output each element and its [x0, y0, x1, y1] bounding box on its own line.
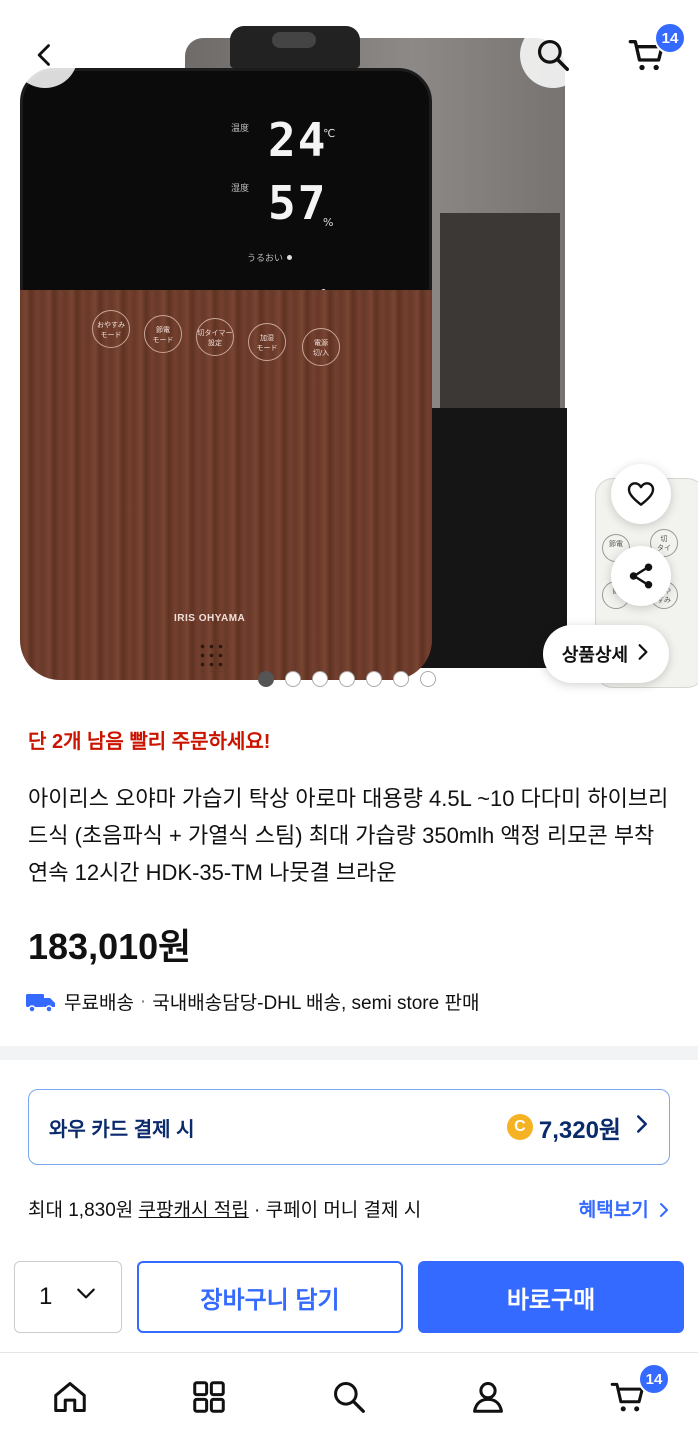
cart-count-badge: 14: [654, 22, 686, 54]
shipping-info: 무료배송 · 국내배송담당-DHL 배송, semi store 판매: [26, 988, 479, 1015]
speaker-grill: [198, 642, 228, 672]
bottom-navigation: 14: [0, 1352, 698, 1440]
panel-button: 加湿 モード: [248, 323, 286, 361]
search-button[interactable]: [520, 22, 586, 88]
chevron-down-icon: [75, 1282, 97, 1311]
cash-benefit-prefix: 최대 1,830원: [28, 1200, 139, 1221]
carousel-dot[interactable]: [339, 671, 355, 687]
humid-label: 湿度: [231, 184, 250, 194]
panel-button: 電源 切/入: [302, 328, 340, 366]
nav-my-account[interactable]: [464, 1373, 512, 1421]
lcd-panel: 温度 24 ℃ 湿度 57 % うるおい: [20, 68, 432, 323]
user-icon: [473, 1382, 503, 1413]
chevron-right-icon: [660, 1203, 668, 1217]
view-benefits-link[interactable]: 혜택보기: [579, 1195, 670, 1222]
wow-card-label: 와우 카드 결제 시: [49, 1118, 195, 1141]
nav-search[interactable]: [325, 1373, 373, 1421]
share-button[interactable]: [611, 546, 671, 606]
search-icon: [537, 39, 569, 71]
temp-value: 24: [268, 113, 328, 167]
product-title: 아이리스 오야마 가습기 탁상 아로마 대용량 4.5L ~10 다다미 하이브…: [28, 786, 669, 885]
brand-logo: IRIS OHYAMA: [174, 613, 246, 624]
section-divider: [0, 1046, 698, 1060]
chevron-right-icon: [636, 643, 650, 666]
stock-notice: 단 2개 남음 빨리 주문하세요!: [28, 731, 271, 753]
heart-icon: [627, 482, 655, 506]
carousel-dot[interactable]: [393, 671, 409, 687]
buy-now-button[interactable]: 바로구매: [418, 1261, 684, 1333]
product-image-carousel[interactable]: 温度 24 ℃ 湿度 57 % うるおい おやすみ モード 節電 モード 切タイ…: [0, 0, 698, 700]
top-knob: [230, 26, 360, 68]
tank-window: [440, 213, 560, 423]
humid-value: 57: [268, 176, 328, 230]
carousel-dot[interactable]: [312, 671, 328, 687]
indicator-led: [287, 255, 292, 260]
separator: ·: [139, 990, 147, 1012]
temp-label: 温度: [231, 124, 250, 134]
panel-button: 節電 モード: [144, 315, 182, 353]
quantity-selector[interactable]: 1: [14, 1261, 122, 1333]
view-benefits-label: 혜택보기: [578, 1200, 649, 1221]
cash-benefit-text: 최대 1,830원 쿠팡캐시 적립 · 쿠페이 머니 결제 시: [28, 1195, 421, 1222]
product-detail-button[interactable]: 상품상세: [543, 625, 669, 683]
coupang-cash-coin-icon: C: [506, 1114, 533, 1140]
free-shipping-label: 무료배송: [64, 993, 134, 1014]
cash-benefit-suffix: · 쿠페이 머니 결제 시: [248, 1200, 422, 1221]
product-price: 183,010원: [28, 926, 192, 967]
coupang-cash-link[interactable]: 쿠팡캐시 적립: [139, 1200, 249, 1221]
cart-count-badge: 14: [638, 1363, 670, 1395]
quantity-value: 1: [39, 1283, 53, 1310]
search-icon: [334, 1382, 365, 1413]
nav-categories[interactable]: [185, 1373, 233, 1421]
home-icon: [54, 1382, 86, 1412]
wishlist-button[interactable]: [611, 464, 671, 524]
carousel-dot[interactable]: [366, 671, 382, 687]
tank-base: [415, 408, 567, 668]
shipping-detail: 국내배송담당-DHL 배송, semi store 판매: [152, 993, 480, 1014]
uruoi-label: うるおい: [247, 254, 284, 264]
nav-cart[interactable]: 14: [604, 1363, 670, 1421]
wow-card-amount-group: C 7,320원: [506, 1110, 649, 1145]
temp-unit: ℃: [323, 127, 336, 140]
cart-button[interactable]: 14: [614, 22, 686, 88]
product-detail-label: 상품상세: [561, 645, 629, 665]
panel-button: 切タイマー 設定: [196, 318, 234, 356]
carousel-dot[interactable]: [285, 671, 301, 687]
humidifier-image: 温度 24 ℃ 湿度 57 % うるおい おやすみ モード 節電 モード 切タイ…: [10, 18, 567, 680]
carousel-dot[interactable]: [258, 671, 274, 687]
wow-card-amount: 7,320원: [538, 1116, 621, 1144]
chevron-right-icon: [635, 1113, 649, 1141]
nav-home[interactable]: [46, 1373, 94, 1421]
carousel-indicator: [258, 671, 436, 687]
cash-benefit-line: 최대 1,830원 쿠팡캐시 적립 · 쿠페이 머니 결제 시 혜택보기: [28, 1195, 670, 1222]
carousel-dot[interactable]: [420, 671, 436, 687]
humid-unit: %: [323, 216, 334, 229]
back-button[interactable]: [12, 22, 78, 88]
add-to-cart-button[interactable]: 장바구니 담기: [137, 1261, 403, 1333]
share-icon: [629, 563, 653, 589]
delivery-truck-icon: [26, 993, 55, 1013]
chevron-left-icon: [37, 44, 50, 66]
panel-button: おやすみ モード: [92, 310, 130, 348]
category-grid-icon: [193, 1381, 225, 1413]
wow-card-benefit[interactable]: 와우 카드 결제 시 C 7,320원: [28, 1089, 670, 1165]
